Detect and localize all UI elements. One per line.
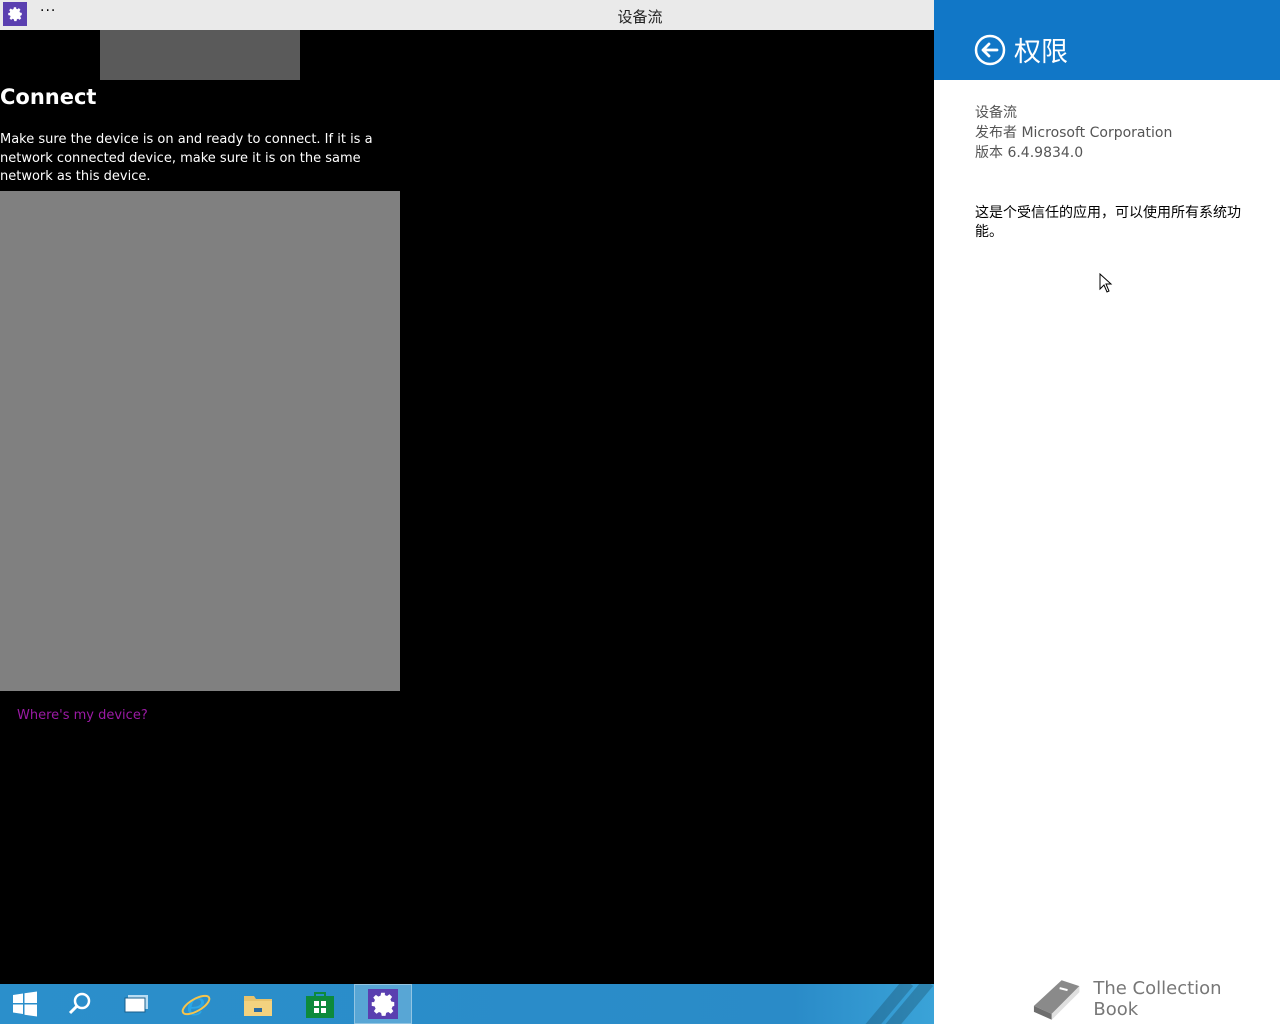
task-view-icon[interactable] [108,984,166,1024]
trusted-app-message: 这是个受信任的应用，可以使用所有系统功能。 [975,205,1241,240]
windows-start-icon[interactable] [0,984,54,1024]
internet-explorer-icon[interactable]: e [167,984,225,1024]
app-name: 设备流 [975,105,1017,121]
wheres-my-device-link[interactable]: Where's my device? [17,708,148,723]
panel-header: 权限 [934,0,1280,80]
page-title: Connect [0,85,97,109]
watermark-text: The Collection Book [1093,978,1222,1020]
store-icon[interactable] [291,984,349,1024]
panel-title: 权限 [1014,37,1068,68]
version-label: 版本 6.4.9834.0 [975,145,1084,161]
taskbar: e [0,984,934,1024]
permissions-panel: 权限 设备流 发布者 Microsoft Corporation 版本 6.4.… [934,0,1280,1024]
search-icon[interactable] [51,984,109,1024]
watermark: The Collection Book [1030,976,1270,1022]
book-icon [1033,980,1080,1020]
device-list[interactable] [0,191,400,691]
back-arrow-icon[interactable] [974,34,1006,66]
svg-text:e: e [187,988,206,1020]
publisher-label: 发布者 Microsoft Corporation [975,125,1173,141]
app-content: Connect Make sure the device is on and r… [0,30,934,984]
connect-description: Make sure the device is on and ready to … [0,132,373,184]
header-image [100,30,300,80]
mouse-cursor-icon [1099,272,1113,297]
file-explorer-icon[interactable] [229,984,287,1024]
settings-gear-icon[interactable] [354,984,412,1024]
